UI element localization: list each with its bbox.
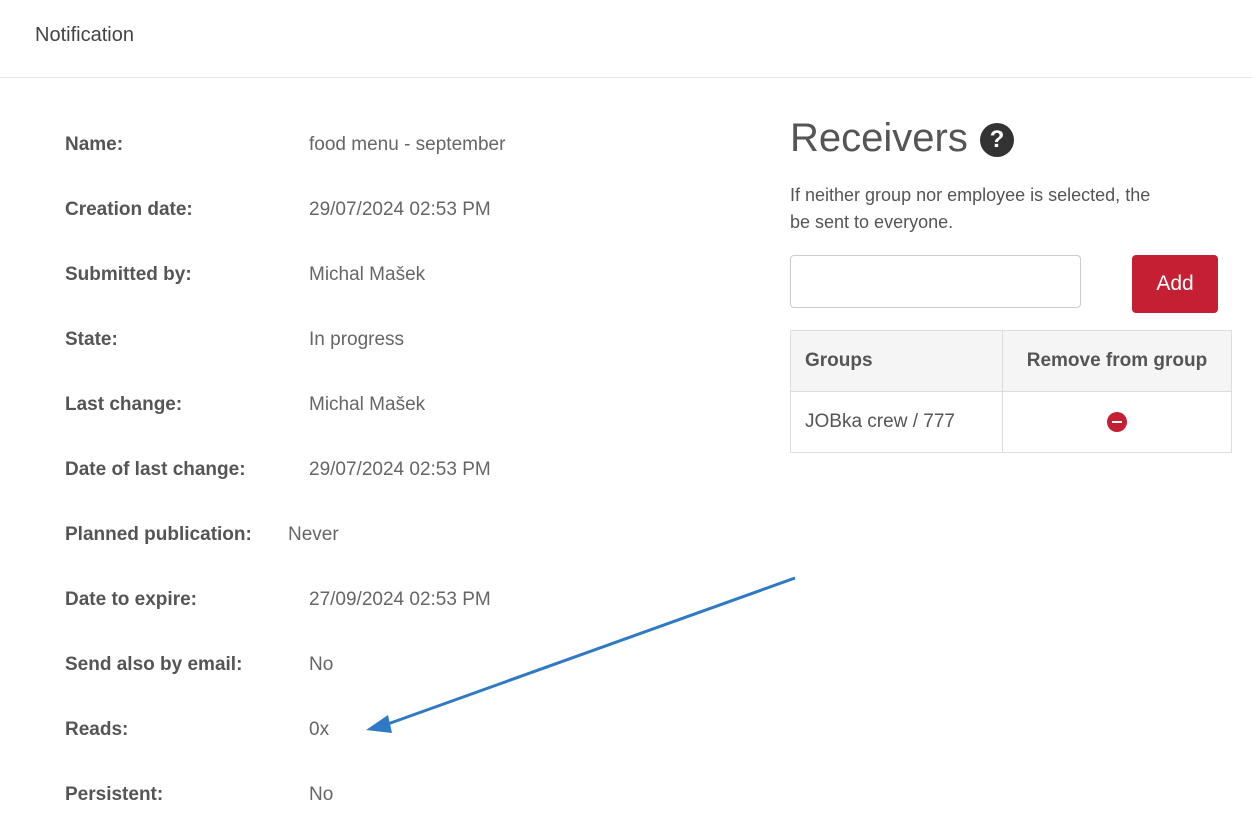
detail-label: Date to expire: (65, 589, 197, 610)
detail-value: No (309, 784, 334, 805)
page-title: Notification (35, 24, 134, 46)
notification-details: Name: food menu - september Creation dat… (65, 114, 765, 829)
detail-row-date-to-expire: Date to expire: 27/09/2024 02:53 PM (65, 569, 765, 634)
table-header-row: Groups Remove from group (790, 330, 1232, 392)
table-row: JOBka crew / 777 (790, 391, 1232, 453)
detail-row-submitted-by: Submitted by: Michal Mašek (65, 244, 765, 309)
detail-label: Reads: (65, 719, 129, 740)
detail-value: 27/09/2024 02:53 PM (309, 589, 491, 610)
remove-cell (1002, 391, 1232, 453)
detail-label: Date of last change: (65, 459, 246, 480)
detail-value: 29/07/2024 02:53 PM (309, 459, 491, 480)
add-button[interactable]: Add (1132, 255, 1218, 313)
detail-label: Persistent: (65, 784, 164, 805)
question-circle-icon[interactable]: ? (980, 123, 1014, 157)
detail-row-creation-date: Creation date: 29/07/2024 02:53 PM (65, 179, 765, 244)
detail-value: Never (288, 524, 339, 545)
detail-label: Send also by email: (65, 654, 243, 675)
detail-row-persistent: Persistent: No (65, 764, 765, 829)
minus-circle-icon[interactable] (1107, 411, 1127, 432)
detail-row-last-change: Last change: Michal Mašek (65, 374, 765, 439)
detail-label: State: (65, 329, 118, 350)
detail-value: No (309, 654, 334, 675)
detail-label: Last change: (65, 394, 183, 415)
detail-row-send-by-email: Send also by email: No (65, 634, 765, 699)
detail-row-name: Name: food menu - september (65, 114, 765, 179)
detail-value: Michal Mašek (309, 264, 426, 285)
detail-row-state: State: In progress (65, 309, 765, 374)
column-header-remove: Remove from group (1002, 330, 1232, 392)
detail-value: 29/07/2024 02:53 PM (309, 199, 491, 220)
column-header-groups: Groups (790, 330, 1003, 392)
detail-label: Submitted by: (65, 264, 192, 285)
receivers-title: Receivers (790, 116, 968, 160)
groups-table: Groups Remove from group JOBka crew / 77… (790, 330, 1232, 453)
detail-value: Michal Mašek (309, 394, 426, 415)
group-name: JOBka crew / 777 (790, 391, 1003, 453)
detail-label: Creation date: (65, 199, 193, 220)
detail-label: Name: (65, 134, 124, 155)
detail-value: 0x (309, 719, 330, 740)
receivers-note: If neither group nor employee is selecte… (790, 185, 1151, 232)
detail-label: Planned publication: (65, 524, 252, 545)
detail-value: food menu - september (309, 134, 506, 155)
detail-row-reads: Reads: 0x (65, 699, 765, 764)
page-header: Notification (0, 0, 1252, 78)
detail-row-planned-publication: Planned publication: Never (65, 504, 765, 569)
receiver-search-input[interactable] (790, 255, 1081, 308)
detail-row-date-of-last-change: Date of last change: 29/07/2024 02:53 PM (65, 439, 765, 504)
detail-value: In progress (309, 329, 405, 350)
